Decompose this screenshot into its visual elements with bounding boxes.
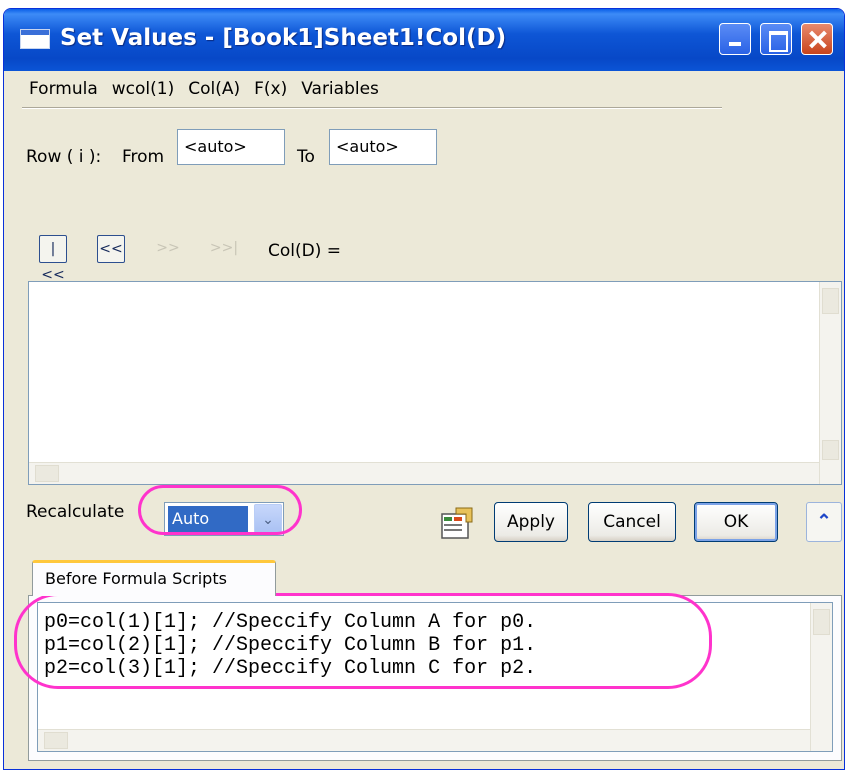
recalculate-label: Recalculate [26,502,125,522]
window-icon [20,29,50,49]
apply-button[interactable]: Apply [494,502,568,542]
from-label: From [122,147,165,167]
to-label: To [297,147,315,167]
scroll-down-arrow[interactable] [822,440,839,460]
col-d-label: Col(D) = [268,241,341,261]
double-chevron-up-icon[interactable]: ⌃ [806,502,842,542]
menu-variables[interactable]: Variables [294,73,386,107]
menu-wcol[interactable]: wcol(1) [105,73,181,107]
window-title: Set Values - [Book1]Sheet1!Col(D) [60,25,507,51]
script-scroll-up-arrow[interactable] [813,609,830,635]
menu-col-a[interactable]: Col(A) [181,73,247,107]
next-row-button: >> [156,240,180,256]
script-folder-icon[interactable] [438,504,478,542]
to-input[interactable]: <auto> [329,129,437,165]
formula-editor[interactable] [28,281,842,485]
formula-vertical-scrollbar[interactable] [819,282,841,484]
recalculate-select[interactable]: Auto ⌄ [164,502,284,536]
maximize-button[interactable] [760,23,792,55]
scroll-left-arrow[interactable] [35,465,59,482]
script-line: p2=col(3)[1]; //Speccify Column C for p2… [44,657,537,680]
script-lines: p0=col(1)[1]; //Speccify Column A for p0… [44,611,536,680]
chevron-down-icon[interactable]: ⌄ [254,504,282,534]
menu-bar: Formula wcol(1) Col(A) F(x) Variables [22,73,386,107]
script-line: p0=col(1)[1]; //Speccify Column A for p0… [44,611,537,634]
from-input[interactable]: <auto> [177,129,285,165]
last-row-button: >>| [209,240,239,256]
prev-row-button[interactable]: << [97,235,125,263]
close-button[interactable] [801,23,833,55]
menu-separator [22,107,722,109]
scroll-up-arrow[interactable] [822,288,839,314]
script-horizontal-scrollbar[interactable] [38,729,810,751]
script-vertical-scrollbar[interactable] [810,603,832,751]
menu-formula[interactable]: Formula [22,73,105,107]
tab-before-formula-scripts[interactable]: Before Formula Scripts [32,560,276,596]
row-label: Row ( i ): [26,147,102,167]
recalculate-value: Auto [168,506,248,532]
cancel-button[interactable]: Cancel [588,502,676,542]
menu-fx[interactable]: F(x) [247,73,294,107]
first-row-button[interactable]: |<< [39,235,67,283]
tab-panel: p0=col(1)[1]; //Speccify Column A for p0… [28,595,842,761]
ok-button[interactable]: OK [694,502,778,542]
formula-horizontal-scrollbar[interactable] [29,462,819,484]
set-values-dialog: Set Values - [Book1]Sheet1!Col(D) Formul… [3,8,845,770]
minimize-button[interactable] [719,23,751,55]
title-bar[interactable]: Set Values - [Book1]Sheet1!Col(D) [4,9,844,71]
script-line: p1=col(2)[1]; //Speccify Column B for p1… [44,634,537,657]
before-formula-script-editor[interactable]: p0=col(1)[1]; //Speccify Column A for p0… [37,602,833,752]
script-scroll-left-arrow[interactable] [44,732,68,749]
